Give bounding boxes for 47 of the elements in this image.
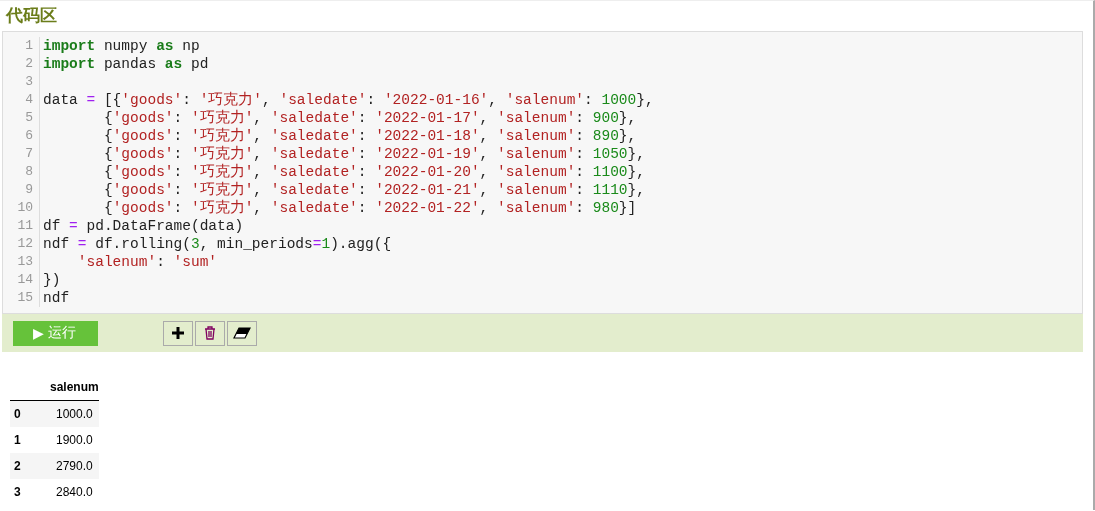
code-line: })	[43, 272, 61, 288]
trash-icon	[204, 326, 216, 340]
line-number: 12	[16, 235, 33, 253]
table-cell: 2840.0	[30, 479, 99, 505]
plus-icon	[171, 326, 185, 340]
code-line: {'goods': '巧克力', 'saledate': '2022-01-21', 'salenum': 1110},	[102, 182, 645, 198]
code-line: import numpy as np	[43, 38, 200, 54]
line-number: 8	[24, 163, 33, 181]
line-number: 14	[16, 271, 33, 289]
clear-button[interactable]	[227, 320, 257, 346]
eraser-icon	[233, 327, 251, 339]
line-number: 1	[24, 37, 33, 55]
code-line: {'goods': '巧克力', 'saledate': '2022-01-22', 'salenum': 980}]	[102, 200, 637, 216]
line-number: 4	[24, 91, 33, 109]
code-line: df = pd.DataFrame(data)	[43, 218, 244, 234]
code-line: {'goods': '巧克力', 'saledate': '2022-01-19', 'salenum': 1050},	[102, 146, 645, 162]
table-cell: 1000.0	[30, 400, 99, 427]
row-index: 1	[10, 427, 30, 453]
code-line: {'goods': '巧克力', 'saledate': '2022-01-20', 'salenum': 1100},	[102, 164, 645, 180]
column-header: salenum	[30, 374, 99, 401]
line-number: 6	[24, 127, 33, 145]
add-button[interactable]	[163, 320, 193, 346]
code-line: data = [{'goods': '巧克力', 'saledate': '2022-01-16', 'salenum': 1000},	[43, 92, 654, 108]
code-line: {'goods': '巧克力', 'saledate': '2022-01-17', 'salenum': 900},	[102, 110, 637, 126]
code-editor[interactable]	[2, 31, 1083, 314]
table-cell: 2790.0	[30, 453, 99, 479]
line-number: 5	[24, 109, 33, 127]
table-cell: 1900.0	[30, 427, 99, 453]
code-line: {'goods': '巧克力', 'saledate': '2022-01-18', 'salenum': 890},	[102, 128, 637, 144]
line-number: 2	[24, 55, 33, 73]
line-number: 9	[24, 181, 33, 199]
row-index: 2	[10, 453, 30, 479]
line-number: 7	[24, 145, 33, 163]
row-index: 0	[10, 400, 30, 427]
delete-button[interactable]	[195, 320, 225, 346]
line-number: 15	[16, 289, 33, 307]
line-number: 11	[16, 217, 33, 235]
row-index: 3	[10, 479, 30, 505]
line-number: 3	[24, 73, 33, 91]
line-number: 10	[16, 199, 33, 217]
section-title: 代码区	[6, 5, 58, 27]
code-line: ndf = df.rolling(3, min_periods=1).agg({	[43, 236, 392, 252]
line-number: 13	[16, 253, 33, 271]
code-line: 'salenum': 'sum'	[76, 254, 218, 270]
code-line: import pandas as pd	[43, 56, 209, 72]
run-button[interactable]: ▶ 运行	[13, 320, 98, 346]
code-line: ndf	[43, 290, 70, 306]
